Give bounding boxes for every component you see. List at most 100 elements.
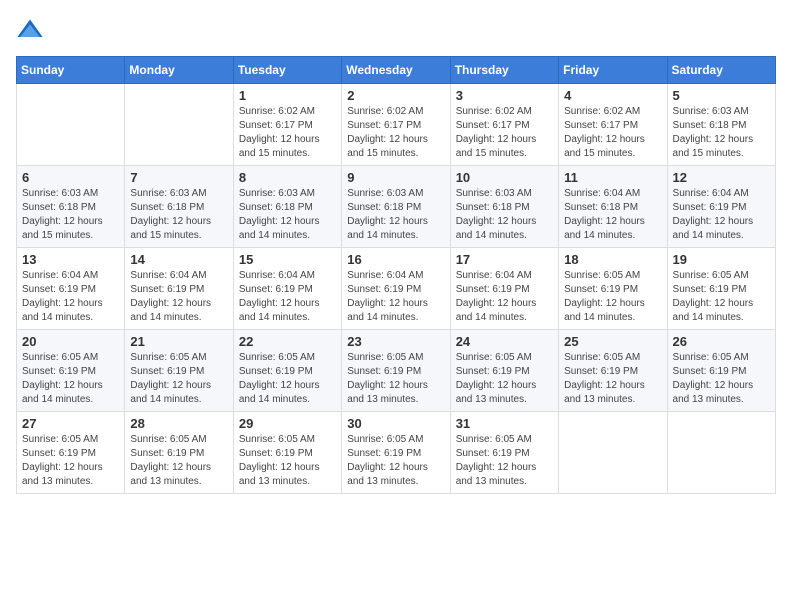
weekday-header-friday: Friday <box>559 57 667 84</box>
weekday-header-saturday: Saturday <box>667 57 775 84</box>
day-info: Sunrise: 6:03 AM Sunset: 6:18 PM Dayligh… <box>456 187 553 243</box>
calendar-cell: 15 Sunrise: 6:04 AM Sunset: 6:19 PM Dayli… <box>233 248 341 330</box>
calendar-cell: 24 Sunrise: 6:05 AM Sunset: 6:19 PM Dayli… <box>450 330 558 412</box>
day-info: Sunrise: 6:05 AM Sunset: 6:19 PM Dayligh… <box>347 351 444 407</box>
day-info: Sunrise: 6:04 AM Sunset: 6:19 PM Dayligh… <box>347 269 444 325</box>
calendar-cell: 22 Sunrise: 6:05 AM Sunset: 6:19 PM Dayli… <box>233 330 341 412</box>
day-info: Sunrise: 6:03 AM Sunset: 6:18 PM Dayligh… <box>673 105 770 161</box>
day-number: 7 <box>130 170 227 185</box>
day-number: 26 <box>673 334 770 349</box>
day-info: Sunrise: 6:05 AM Sunset: 6:19 PM Dayligh… <box>130 351 227 407</box>
calendar-week-2: 6 Sunrise: 6:03 AM Sunset: 6:18 PM Daylig… <box>17 166 776 248</box>
day-number: 31 <box>456 416 553 431</box>
day-info: Sunrise: 6:05 AM Sunset: 6:19 PM Dayligh… <box>239 433 336 489</box>
calendar-cell: 29 Sunrise: 6:05 AM Sunset: 6:19 PM Dayli… <box>233 412 341 494</box>
day-number: 14 <box>130 252 227 267</box>
calendar-cell: 16 Sunrise: 6:04 AM Sunset: 6:19 PM Dayli… <box>342 248 450 330</box>
day-info: Sunrise: 6:05 AM Sunset: 6:19 PM Dayligh… <box>130 433 227 489</box>
day-number: 4 <box>564 88 661 103</box>
calendar-cell <box>559 412 667 494</box>
day-number: 13 <box>22 252 119 267</box>
calendar-week-4: 20 Sunrise: 6:05 AM Sunset: 6:19 PM Dayli… <box>17 330 776 412</box>
calendar-cell: 12 Sunrise: 6:04 AM Sunset: 6:19 PM Dayli… <box>667 166 775 248</box>
day-number: 16 <box>347 252 444 267</box>
calendar-cell: 9 Sunrise: 6:03 AM Sunset: 6:18 PM Daylig… <box>342 166 450 248</box>
day-number: 9 <box>347 170 444 185</box>
day-info: Sunrise: 6:02 AM Sunset: 6:17 PM Dayligh… <box>239 105 336 161</box>
day-info: Sunrise: 6:02 AM Sunset: 6:17 PM Dayligh… <box>456 105 553 161</box>
day-number: 12 <box>673 170 770 185</box>
day-info: Sunrise: 6:02 AM Sunset: 6:17 PM Dayligh… <box>564 105 661 161</box>
day-number: 28 <box>130 416 227 431</box>
day-number: 1 <box>239 88 336 103</box>
calendar-cell: 10 Sunrise: 6:03 AM Sunset: 6:18 PM Dayli… <box>450 166 558 248</box>
day-number: 18 <box>564 252 661 267</box>
day-info: Sunrise: 6:03 AM Sunset: 6:18 PM Dayligh… <box>347 187 444 243</box>
calendar-cell: 20 Sunrise: 6:05 AM Sunset: 6:19 PM Dayli… <box>17 330 125 412</box>
day-number: 27 <box>22 416 119 431</box>
day-number: 24 <box>456 334 553 349</box>
calendar-cell: 6 Sunrise: 6:03 AM Sunset: 6:18 PM Daylig… <box>17 166 125 248</box>
day-info: Sunrise: 6:05 AM Sunset: 6:19 PM Dayligh… <box>347 433 444 489</box>
day-number: 30 <box>347 416 444 431</box>
day-info: Sunrise: 6:03 AM Sunset: 6:18 PM Dayligh… <box>239 187 336 243</box>
day-number: 21 <box>130 334 227 349</box>
day-info: Sunrise: 6:03 AM Sunset: 6:18 PM Dayligh… <box>22 187 119 243</box>
day-number: 5 <box>673 88 770 103</box>
day-number: 29 <box>239 416 336 431</box>
calendar-week-5: 27 Sunrise: 6:05 AM Sunset: 6:19 PM Dayli… <box>17 412 776 494</box>
day-number: 23 <box>347 334 444 349</box>
calendar-cell: 1 Sunrise: 6:02 AM Sunset: 6:17 PM Daylig… <box>233 84 341 166</box>
calendar-cell: 23 Sunrise: 6:05 AM Sunset: 6:19 PM Dayli… <box>342 330 450 412</box>
day-number: 8 <box>239 170 336 185</box>
day-info: Sunrise: 6:05 AM Sunset: 6:19 PM Dayligh… <box>239 351 336 407</box>
calendar-cell: 14 Sunrise: 6:04 AM Sunset: 6:19 PM Dayli… <box>125 248 233 330</box>
calendar-cell: 27 Sunrise: 6:05 AM Sunset: 6:19 PM Dayli… <box>17 412 125 494</box>
day-info: Sunrise: 6:05 AM Sunset: 6:19 PM Dayligh… <box>456 351 553 407</box>
day-info: Sunrise: 6:05 AM Sunset: 6:19 PM Dayligh… <box>673 269 770 325</box>
day-number: 25 <box>564 334 661 349</box>
day-info: Sunrise: 6:04 AM Sunset: 6:19 PM Dayligh… <box>239 269 336 325</box>
weekday-header-tuesday: Tuesday <box>233 57 341 84</box>
day-info: Sunrise: 6:04 AM Sunset: 6:18 PM Dayligh… <box>564 187 661 243</box>
calendar-cell: 13Sunrise: 6:04 AM Sunset: 6:19 PM Dayli… <box>17 248 125 330</box>
calendar-cell: 5 Sunrise: 6:03 AM Sunset: 6:18 PM Daylig… <box>667 84 775 166</box>
weekday-header-thursday: Thursday <box>450 57 558 84</box>
day-info: Sunrise: 6:05 AM Sunset: 6:19 PM Dayligh… <box>673 351 770 407</box>
calendar-cell: 17 Sunrise: 6:04 AM Sunset: 6:19 PM Dayli… <box>450 248 558 330</box>
day-number: 11 <box>564 170 661 185</box>
weekday-header-sunday: Sunday <box>17 57 125 84</box>
day-number: 20 <box>22 334 119 349</box>
day-info: Sunrise: 6:04 AM Sunset: 6:19 PM Dayligh… <box>673 187 770 243</box>
day-info: Sunrise: 6:05 AM Sunset: 6:19 PM Dayligh… <box>564 269 661 325</box>
calendar-cell: 18 Sunrise: 6:05 AM Sunset: 6:19 PM Dayli… <box>559 248 667 330</box>
calendar-week-1: 1 Sunrise: 6:02 AM Sunset: 6:17 PM Daylig… <box>17 84 776 166</box>
day-info: Sunrise: 6:04 AM Sunset: 6:19 PM Dayligh… <box>456 269 553 325</box>
calendar-cell: 7Sunrise: 6:03 AM Sunset: 6:18 PM Daylig… <box>125 166 233 248</box>
calendar-cell: 19 Sunrise: 6:05 AM Sunset: 6:19 PM Dayli… <box>667 248 775 330</box>
calendar-cell: 2Sunrise: 6:02 AM Sunset: 6:17 PM Daylig… <box>342 84 450 166</box>
logo-icon <box>16 16 44 44</box>
day-number: 22 <box>239 334 336 349</box>
day-info: Sunrise: 6:04 AM Sunset: 6:19 PM Dayligh… <box>130 269 227 325</box>
day-info: Sunrise: 6:05 AM Sunset: 6:19 PM Dayligh… <box>22 433 119 489</box>
day-info: Sunrise: 6:05 AM Sunset: 6:19 PM Dayligh… <box>22 351 119 407</box>
day-info: Sunrise: 6:05 AM Sunset: 6:19 PM Dayligh… <box>564 351 661 407</box>
calendar-cell: 11 Sunrise: 6:04 AM Sunset: 6:18 PM Dayli… <box>559 166 667 248</box>
weekday-header-wednesday: Wednesday <box>342 57 450 84</box>
day-info: Sunrise: 6:02 AM Sunset: 6:17 PM Dayligh… <box>347 105 444 161</box>
day-number: 17 <box>456 252 553 267</box>
day-info: Sunrise: 6:05 AM Sunset: 6:19 PM Dayligh… <box>456 433 553 489</box>
calendar-week-3: 13 Sunrise: 6:04 AM Sunset: 6:19 PM Dayli… <box>17 248 776 330</box>
day-number: 3 <box>456 88 553 103</box>
calendar-cell: 28 Sunrise: 6:05 AM Sunset: 6:19 PM Dayli… <box>125 412 233 494</box>
weekday-header-monday: Monday <box>125 57 233 84</box>
calendar-cell: 8 Sunrise: 6:03 AM Sunset: 6:18 PM Daylig… <box>233 166 341 248</box>
day-number: 6 <box>22 170 119 185</box>
calendar-table: SundayMondayTuesdayWednesdayThursdayFrid… <box>16 56 776 494</box>
day-number: 10 <box>456 170 553 185</box>
day-number: 19 <box>673 252 770 267</box>
calendar-cell <box>125 84 233 166</box>
day-number: 15 <box>239 252 336 267</box>
calendar-cell: 3 Sunrise: 6:02 AM Sunset: 6:17 PM Daylig… <box>450 84 558 166</box>
